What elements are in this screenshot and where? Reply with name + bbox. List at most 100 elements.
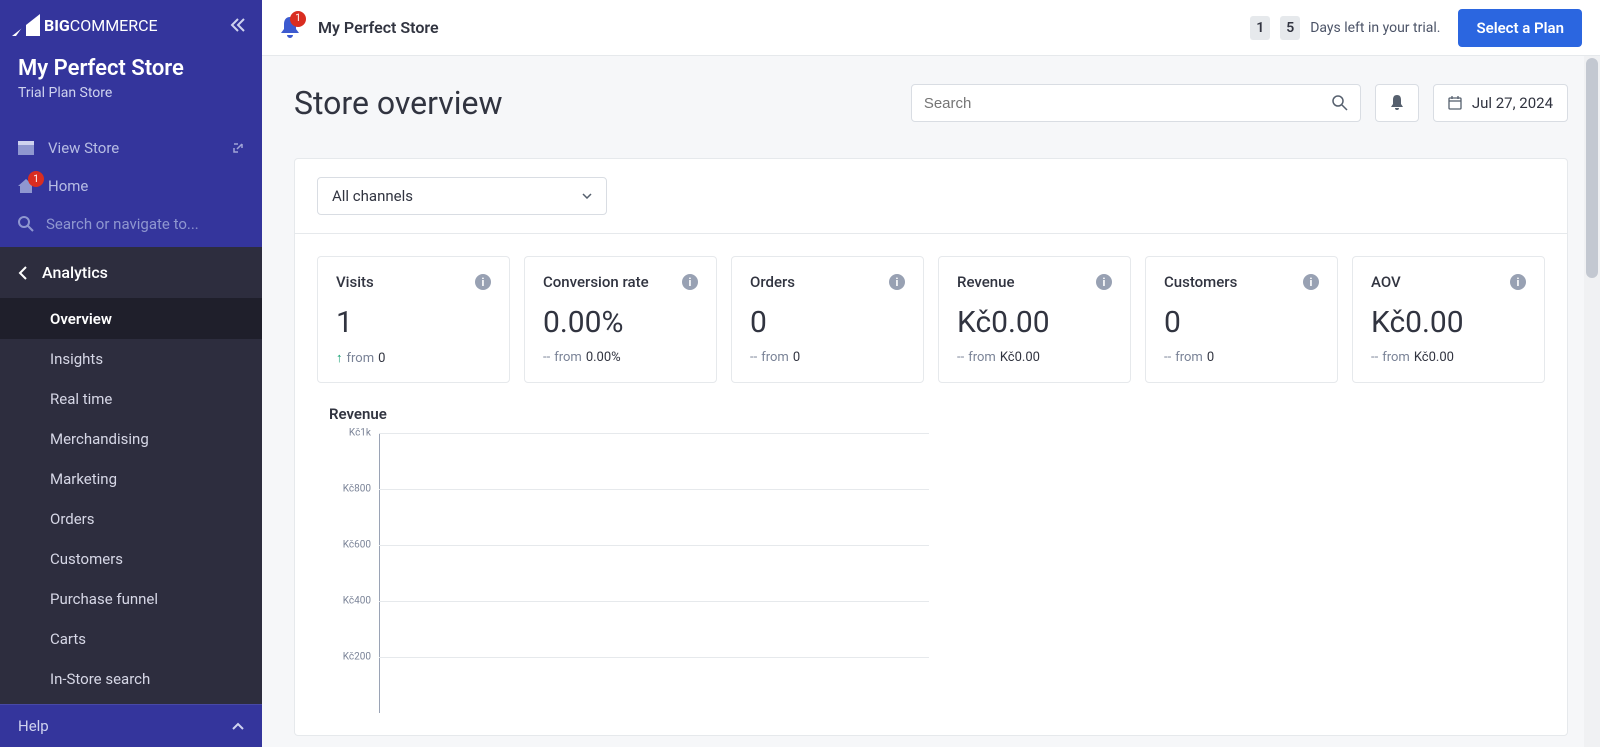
info-icon[interactable]: i [1303, 274, 1319, 290]
info-icon[interactable]: i [475, 274, 491, 290]
chevron-double-left-icon [230, 17, 246, 33]
main: 1 My Perfect Store 1 5 Days left in your… [262, 0, 1600, 747]
sidebar-store-name: My Perfect Store [0, 56, 262, 85]
trend-flat: -- [1371, 350, 1378, 365]
bell-badge: 1 [290, 11, 306, 27]
revenue-chart: Kč200Kč400Kč600Kč800Kč1k [329, 433, 929, 713]
calendar-icon [1448, 96, 1462, 110]
sidebar-search-placeholder: Search or navigate to... [46, 215, 199, 233]
subnav-item[interactable]: Purchase funnel [0, 579, 262, 619]
logo-mark-icon [12, 14, 40, 36]
external-link-icon [232, 142, 244, 154]
metric-value: Kč0.00 [1371, 305, 1526, 340]
search-icon [1332, 95, 1348, 111]
sidebar-home[interactable]: Home 1 [0, 167, 262, 205]
metric-comparison: -- from 0.00% [543, 350, 698, 365]
metric-label: Orders [750, 273, 795, 291]
subnav-item[interactable]: In-Store search [0, 659, 262, 699]
y-tick-label: Kč800 [343, 484, 371, 495]
metric-comparison: -- from 0 [750, 350, 905, 365]
metric-card: AOV i Kč0.00 -- from Kč0.00 [1352, 256, 1545, 383]
info-icon[interactable]: i [1510, 274, 1526, 290]
metric-value: Kč0.00 [957, 305, 1112, 340]
y-tick-label: Kč200 [343, 652, 371, 663]
sidebar-view-store[interactable]: View Store [0, 129, 262, 167]
date-label: Jul 27, 2024 [1472, 94, 1553, 112]
scrollbar[interactable] [1584, 56, 1600, 747]
page-title: Store overview [294, 84, 897, 122]
trend-flat: -- [1164, 350, 1171, 365]
breadcrumb: My Perfect Store [318, 18, 439, 37]
trial-counter: 1 5 Days left in your trial. [1250, 16, 1440, 40]
page-search[interactable] [911, 84, 1361, 122]
chevron-left-icon [18, 266, 28, 280]
metric-card: Conversion ratei0.00%-- from 0.00% [524, 256, 717, 383]
trial-text: Days left in your trial. [1310, 20, 1440, 36]
metric-value: 0 [1164, 305, 1319, 340]
collapse-sidebar-button[interactable] [230, 17, 246, 33]
y-tick-label: Kč400 [343, 596, 371, 607]
help-label: Help [18, 717, 49, 735]
topbar: 1 My Perfect Store 1 5 Days left in your… [262, 0, 1600, 56]
search-icon [18, 216, 34, 232]
scrollbar-thumb[interactable] [1586, 58, 1598, 278]
metric-value: 1 [336, 305, 491, 340]
revenue-chart-section: Revenue Kč200Kč400Kč600Kč800Kč1k [295, 405, 1567, 735]
logo-text: BIGCOMMERCE [44, 16, 158, 35]
metrics-row: Visitsi1↑ from 0Conversion ratei0.00%-- … [295, 234, 1567, 405]
metric-label: Visits [336, 273, 374, 291]
y-tick-label: Kč1k [349, 428, 371, 439]
metric-card: Ordersi0-- from 0 [731, 256, 924, 383]
sidebar: BIGCOMMERCE My Perfect Store Trial Plan … [0, 0, 262, 747]
metric-card: Revenue i Kč0.00 -- from Kč0.00 [938, 256, 1131, 383]
brand-logo[interactable]: BIGCOMMERCE [12, 14, 158, 36]
help-bar[interactable]: Help [0, 704, 262, 747]
date-range-button[interactable]: Jul 27, 2024 [1433, 84, 1568, 122]
chevron-down-icon [582, 193, 592, 199]
channel-dropdown[interactable]: All channels [317, 177, 607, 215]
storefront-icon [18, 141, 36, 155]
subnav-item[interactable]: Carts [0, 619, 262, 659]
trend-flat: -- [957, 350, 964, 365]
bell-icon [1390, 95, 1404, 111]
metric-comparison: ↑ from 0 [336, 350, 491, 366]
subnav-item[interactable]: Insights [0, 339, 262, 379]
metric-card: Customersi0-- from 0 [1145, 256, 1338, 383]
metric-comparison: -- from Kč0.00 [957, 350, 1112, 365]
home-badge: 1 [28, 171, 44, 187]
subnav-back[interactable]: Analytics [0, 247, 262, 299]
subnav-item[interactable]: Overview [0, 299, 262, 339]
chevron-up-icon [232, 722, 244, 730]
select-plan-button[interactable]: Select a Plan [1458, 9, 1582, 47]
trend-flat: -- [750, 350, 757, 365]
notification-settings-button[interactable] [1375, 84, 1419, 122]
subnav-title: Analytics [42, 263, 108, 282]
sidebar-item-label: View Store [48, 139, 119, 157]
subnav: Analytics OverviewInsightsReal timeMerch… [0, 247, 262, 747]
metric-value: 0.00% [543, 305, 698, 340]
subnav-item[interactable]: Customers [0, 539, 262, 579]
trial-digit: 5 [1280, 16, 1300, 40]
info-icon[interactable]: i [889, 274, 905, 290]
chart-title: Revenue [329, 405, 1545, 423]
info-icon[interactable]: i [1096, 274, 1112, 290]
content: Store overview Jul 27, 2024 [262, 56, 1600, 747]
metric-card: Visits i 1 ↑ from 0 [317, 256, 510, 383]
metric-label: Revenue [957, 273, 1015, 291]
notification-bell[interactable]: 1 [280, 17, 300, 39]
subnav-item[interactable]: Merchandising [0, 419, 262, 459]
trend-flat: -- [543, 350, 550, 365]
sidebar-plan-name: Trial Plan Store [0, 85, 262, 129]
metric-comparison: -- from Kč0.00 [1371, 350, 1526, 365]
subnav-item[interactable]: Real time [0, 379, 262, 419]
sidebar-search[interactable]: Search or navigate to... [0, 205, 262, 247]
subnav-item[interactable]: Orders [0, 499, 262, 539]
dropdown-label: All channels [332, 187, 413, 205]
sidebar-item-label: Home [48, 177, 88, 195]
trial-digit: 1 [1250, 16, 1270, 40]
metric-label: AOV [1371, 273, 1401, 291]
info-icon[interactable]: i [682, 274, 698, 290]
metric-label: Customers [1164, 273, 1237, 291]
search-input[interactable] [924, 95, 1332, 112]
subnav-item[interactable]: Marketing [0, 459, 262, 499]
